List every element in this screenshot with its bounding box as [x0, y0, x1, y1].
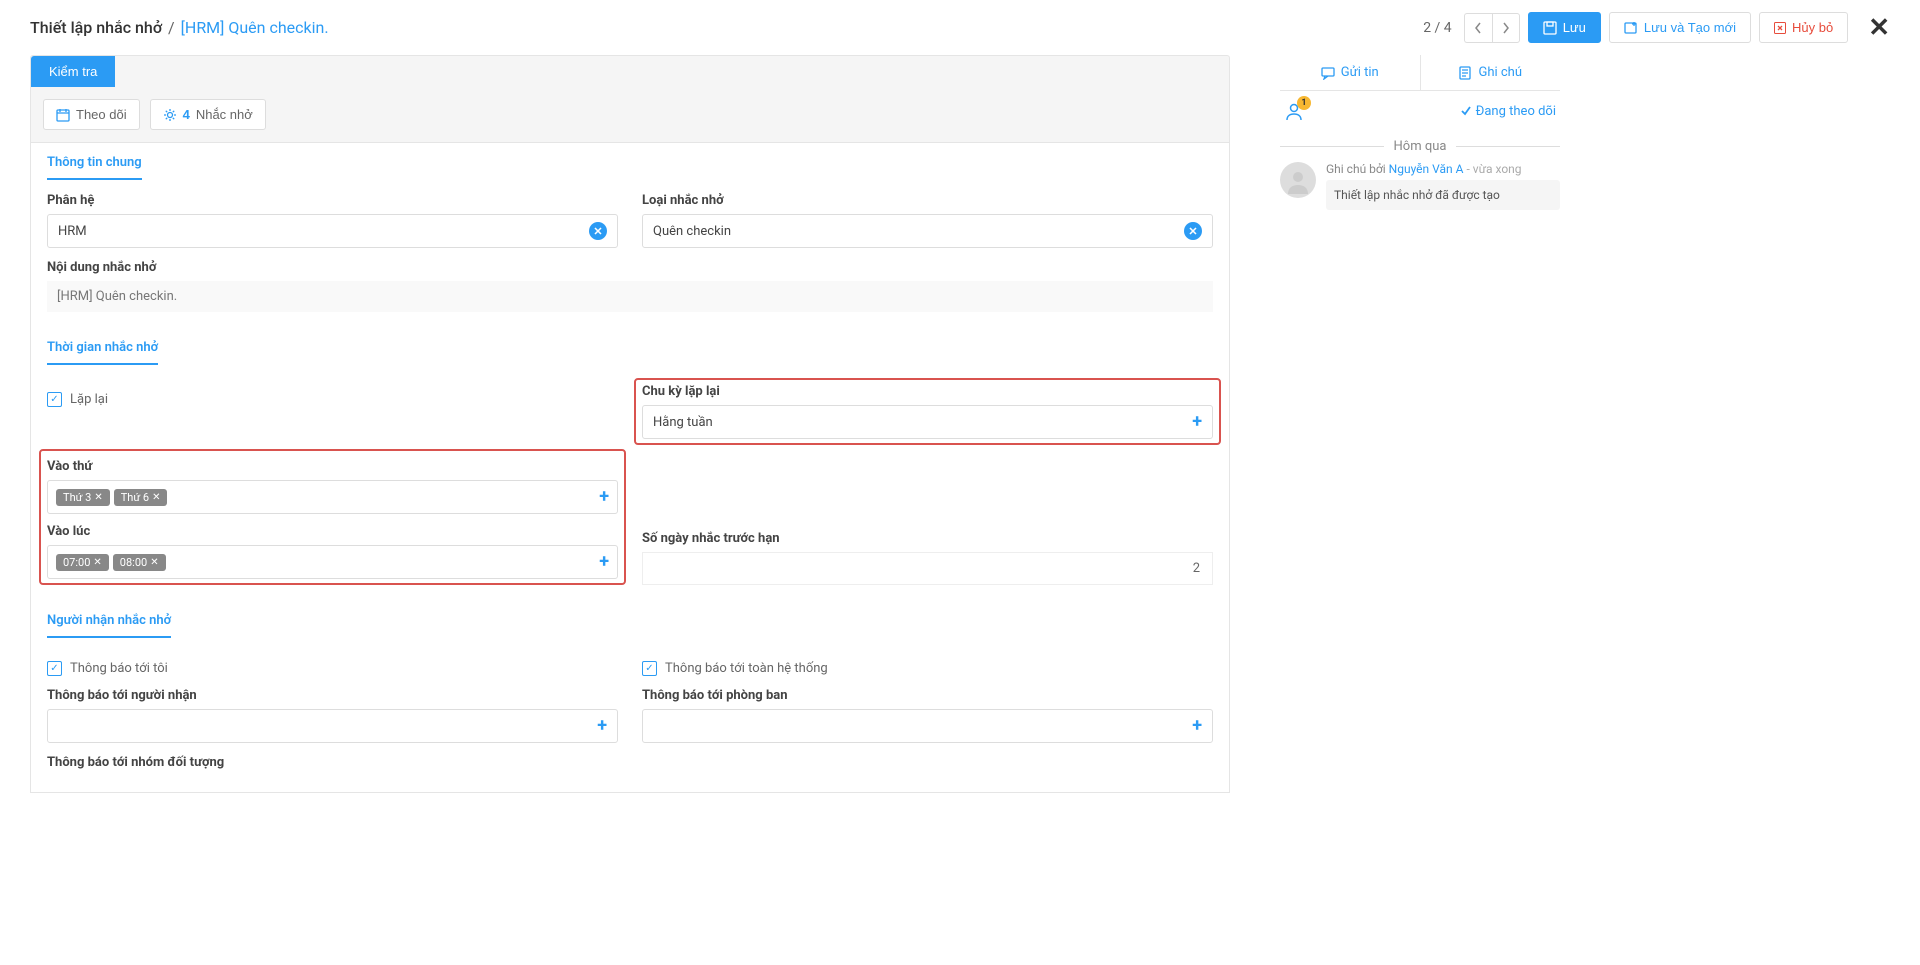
prev-button[interactable] [1464, 13, 1492, 43]
note-tab[interactable]: Ghi chú [1421, 55, 1561, 90]
weekday-time-highlight: Vào thứ Thứ 3✕ Thứ 6✕ + Vào lúc 07:00✕ 0… [39, 449, 626, 585]
reminder-label: Nhắc nhở [196, 107, 253, 122]
note-icon [1458, 66, 1472, 80]
module-field[interactable]: HRM ✕ [47, 214, 618, 248]
tag-remove-icon[interactable]: ✕ [150, 557, 158, 568]
tag-remove-icon[interactable]: ✕ [94, 492, 102, 503]
log-message: Thiết lập nhắc nhở đã được tạo [1326, 180, 1560, 210]
type-value: Quên checkin [653, 224, 1184, 239]
cycle-label: Chu kỳ lặp lại [642, 384, 1213, 399]
follow-label: Theo dõi [76, 107, 127, 122]
cycle-field[interactable]: Hằng tuần + [642, 405, 1213, 439]
reminder-count: 4 [183, 107, 190, 122]
type-clear-icon[interactable]: ✕ [1184, 222, 1202, 240]
check-icon [1460, 105, 1472, 117]
send-tab[interactable]: Gửi tin [1280, 55, 1421, 90]
time-field-label: Vào lúc [47, 524, 618, 539]
repeat-checkbox[interactable]: ✓ [47, 392, 62, 407]
note-tab-label: Ghi chú [1478, 65, 1522, 80]
message-icon [1321, 66, 1335, 80]
log-user-link[interactable]: Nguyễn Văn A [1389, 162, 1464, 176]
save-label: Lưu [1563, 20, 1586, 35]
reminder-button[interactable]: 4 Nhắc nhở [150, 99, 266, 130]
breadcrumb: Thiết lập nhắc nhở / [HRM] Quên checkin. [30, 18, 329, 37]
repeat-label: Lặp lại [70, 392, 108, 407]
save-button[interactable]: Lưu [1528, 12, 1601, 43]
notify-system-label: Thông báo tới toàn hệ thống [665, 661, 828, 676]
notify-recipients-label: Thông báo tới người nhận [47, 688, 618, 703]
notify-system-checkbox[interactable]: ✓ [642, 661, 657, 676]
following-status[interactable]: Đang theo dõi [1460, 104, 1556, 119]
follower-badge: 1 [1297, 96, 1311, 110]
type-label: Loại nhắc nhở [642, 193, 1213, 208]
calendar-icon [56, 108, 70, 122]
days-before-label: Số ngày nhắc trước hạn [642, 531, 1213, 546]
recipients-add-icon[interactable]: + [597, 717, 607, 735]
cancel-button[interactable]: Hủy bỏ [1759, 12, 1848, 43]
gear-icon [163, 108, 177, 122]
cycle-value: Hằng tuần [653, 415, 1192, 430]
weekday-label: Vào thứ [47, 459, 618, 474]
days-before-field[interactable]: 2 [642, 552, 1213, 585]
follow-button[interactable]: Theo dõi [43, 99, 140, 130]
cancel-icon [1774, 22, 1786, 34]
module-clear-icon[interactable]: ✕ [589, 222, 607, 240]
cancel-label: Hủy bỏ [1792, 20, 1833, 35]
save-new-label: Lưu và Tạo mới [1644, 20, 1736, 35]
dept-add-icon[interactable]: + [1192, 717, 1202, 735]
page-counter: 2 / 4 [1423, 20, 1451, 36]
cycle-highlight: Chu kỳ lặp lại Hằng tuần + [634, 378, 1221, 445]
time-tag[interactable]: 07:00✕ [56, 554, 109, 571]
weekday-tag[interactable]: Thứ 3✕ [56, 489, 110, 506]
notify-group-label: Thông báo tới nhóm đối tượng [47, 755, 1213, 770]
follower-icon[interactable]: 1 [1284, 101, 1304, 121]
time-field[interactable]: 07:00✕ 08:00✕ + [47, 545, 618, 579]
section-general: Thông tin chung [47, 143, 142, 180]
time-add-icon[interactable]: + [599, 553, 609, 571]
avatar [1280, 162, 1316, 198]
log-entry: Ghi chú bởi Nguyễn Văn A - vừa xong Thiế… [1280, 162, 1560, 210]
section-recipients: Người nhận nhắc nhở [47, 601, 171, 638]
content-field[interactable]: [HRM] Quên checkin. [47, 281, 1213, 312]
log-time: vừa xong [1473, 162, 1522, 176]
check-button[interactable]: Kiểm tra [31, 56, 115, 87]
send-tab-label: Gửi tin [1341, 65, 1379, 80]
tag-remove-icon[interactable]: ✕ [152, 492, 160, 503]
cycle-add-icon[interactable]: + [1192, 413, 1202, 431]
day-divider: Hôm qua [1280, 139, 1560, 154]
breadcrumb-title[interactable]: Thiết lập nhắc nhở [30, 18, 162, 37]
module-value: HRM [58, 224, 589, 239]
save-new-icon [1624, 21, 1638, 35]
notify-dept-field[interactable]: + [642, 709, 1213, 743]
chevron-right-icon [1502, 22, 1510, 34]
type-field[interactable]: Quên checkin ✕ [642, 214, 1213, 248]
notify-recipients-field[interactable]: + [47, 709, 618, 743]
weekday-add-icon[interactable]: + [599, 488, 609, 506]
time-tag[interactable]: 08:00✕ [113, 554, 166, 571]
following-label: Đang theo dõi [1476, 104, 1556, 119]
log-meta: Ghi chú bởi Nguyễn Văn A - vừa xong [1326, 162, 1560, 176]
weekday-field[interactable]: Thứ 3✕ Thứ 6✕ + [47, 480, 618, 514]
notify-dept-label: Thông báo tới phòng ban [642, 688, 1213, 703]
module-label: Phân hệ [47, 193, 618, 208]
breadcrumb-sep: / [168, 18, 175, 37]
chevron-left-icon [1474, 22, 1482, 34]
save-new-button[interactable]: Lưu và Tạo mới [1609, 12, 1751, 43]
section-time: Thời gian nhắc nhở [47, 328, 158, 365]
save-icon [1543, 21, 1557, 35]
content-label: Nội dung nhắc nhở [47, 260, 1213, 275]
notify-me-label: Thông báo tới tôi [70, 661, 168, 676]
next-button[interactable] [1492, 13, 1520, 43]
weekday-tag[interactable]: Thứ 6✕ [114, 489, 168, 506]
tag-remove-icon[interactable]: ✕ [93, 557, 101, 568]
notify-me-checkbox[interactable]: ✓ [47, 661, 62, 676]
breadcrumb-current: [HRM] Quên checkin. [181, 18, 329, 37]
close-button[interactable]: ✕ [1868, 13, 1890, 43]
